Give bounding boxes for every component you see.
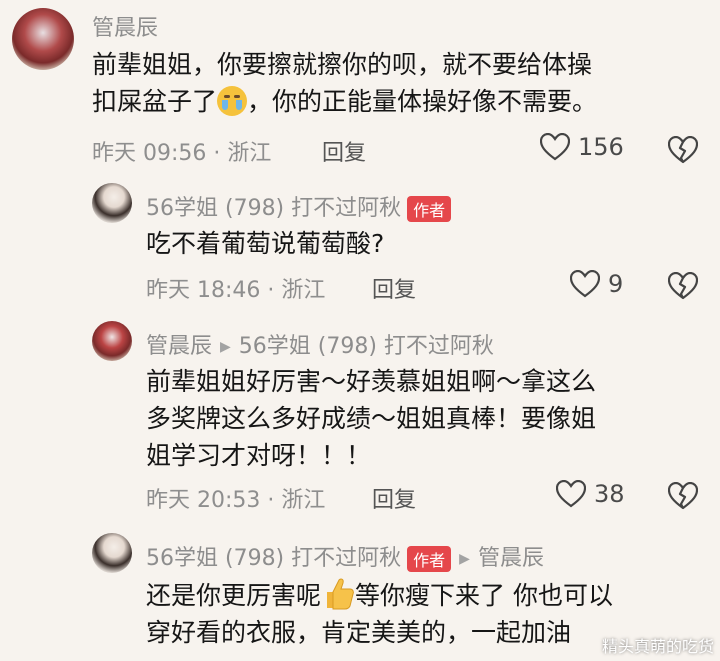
like-count: 38 (594, 480, 625, 508)
like-count: 156 (578, 133, 624, 161)
reply-button[interactable]: 回复 (372, 482, 416, 514)
author-name-text: 56学姐 (798) 打不过阿秋 (146, 546, 402, 571)
comment-text-line: 扣屎盆子了 ，你的正能量体操好像不需要。 (92, 83, 702, 120)
author-name[interactable]: 56学姐 (798) 打不过阿秋 作者 ▶ 管晨辰 (146, 540, 544, 572)
comment-text-line: 前辈姐姐，你要擦就擦你的呗，就不要给体操 (92, 50, 593, 79)
author-name-text: 56学姐 (798) 打不过阿秋 (146, 196, 402, 221)
like-button[interactable]: 156 (540, 133, 624, 161)
comment-text-part: 还是你更厉害呢 (146, 581, 322, 610)
avatar[interactable] (12, 8, 74, 70)
author-name[interactable]: 56学姐 (798) 打不过阿秋 作者 (146, 190, 452, 222)
heart-outline-icon (540, 133, 570, 161)
thumbs-up-emoji-icon (327, 578, 354, 610)
comment-text-line: 多奖牌这么多好成绩～姐姐真棒！要像姐 (146, 404, 597, 433)
dislike-button[interactable] (668, 482, 698, 510)
avatar[interactable] (92, 183, 132, 223)
comment-text-line: 前辈姐姐好厉害～好羡慕姐姐啊～拿这么 (146, 367, 597, 396)
author-badge: 作者 (407, 546, 452, 572)
like-count: 9 (608, 270, 624, 298)
comment-meta: 昨天 09:56 · 浙江 (92, 141, 272, 166)
comment-text-part: ，你的正能量体操好像不需要。 (247, 87, 598, 116)
comment-text: 前辈姐姐好厉害～好羡慕姐姐啊～拿这么 多奖牌这么多好成绩～姐姐真棒！要像姐 姐学… (146, 363, 706, 474)
broken-heart-icon (668, 272, 698, 300)
comment-text: 吃不着葡萄说葡萄酸? (146, 229, 385, 258)
avatar[interactable] (92, 533, 132, 573)
author-name-text: 管晨辰 (146, 334, 213, 359)
heart-outline-icon (556, 480, 586, 508)
dislike-button[interactable] (668, 136, 698, 164)
comment-text-line: 还是你更厉害呢 等你瘦下来了 你也可以 (146, 576, 716, 614)
author-name[interactable]: 管晨辰 ▶ 56学姐 (798) 打不过阿秋 (146, 328, 494, 360)
comment-meta: 昨天 18:46 · 浙江 (146, 278, 326, 303)
comment-text-line: 姐学习才对呀！！！ (146, 441, 372, 470)
crying-face-emoji-icon (217, 86, 248, 116)
comment-meta: 昨天 20:53 · 浙江 (146, 488, 326, 513)
reply-to-name[interactable]: 管晨辰 (478, 546, 544, 571)
like-button[interactable]: 9 (570, 270, 623, 298)
reply-to-name[interactable]: 56学姐 (798) 打不过阿秋 (239, 334, 494, 359)
reply-button[interactable]: 回复 (372, 272, 416, 304)
broken-heart-icon (668, 482, 698, 510)
author-badge: 作者 (407, 196, 452, 222)
broken-heart-icon (668, 136, 698, 164)
avatar[interactable] (92, 321, 132, 361)
heart-outline-icon (570, 270, 600, 298)
comment-text-part: 等你瘦下来了 你也可以 (355, 581, 613, 610)
comment-text-part: 扣屎盆子了 (92, 87, 218, 116)
comment-text: 前辈姐姐，你要擦就擦你的呗，就不要给体操 扣屎盆子了 ，你的正能量体操好像不需要。 (92, 46, 702, 120)
triangle-right-icon: ▶ (220, 339, 231, 355)
triangle-right-icon: ▶ (459, 551, 470, 567)
dislike-button[interactable] (668, 272, 698, 300)
author-name[interactable]: 管晨辰 (92, 10, 158, 42)
reply-button[interactable]: 回复 (322, 135, 366, 167)
like-button[interactable]: 38 (556, 480, 625, 508)
watermark: 精头真萌的吃货 (601, 637, 714, 656)
